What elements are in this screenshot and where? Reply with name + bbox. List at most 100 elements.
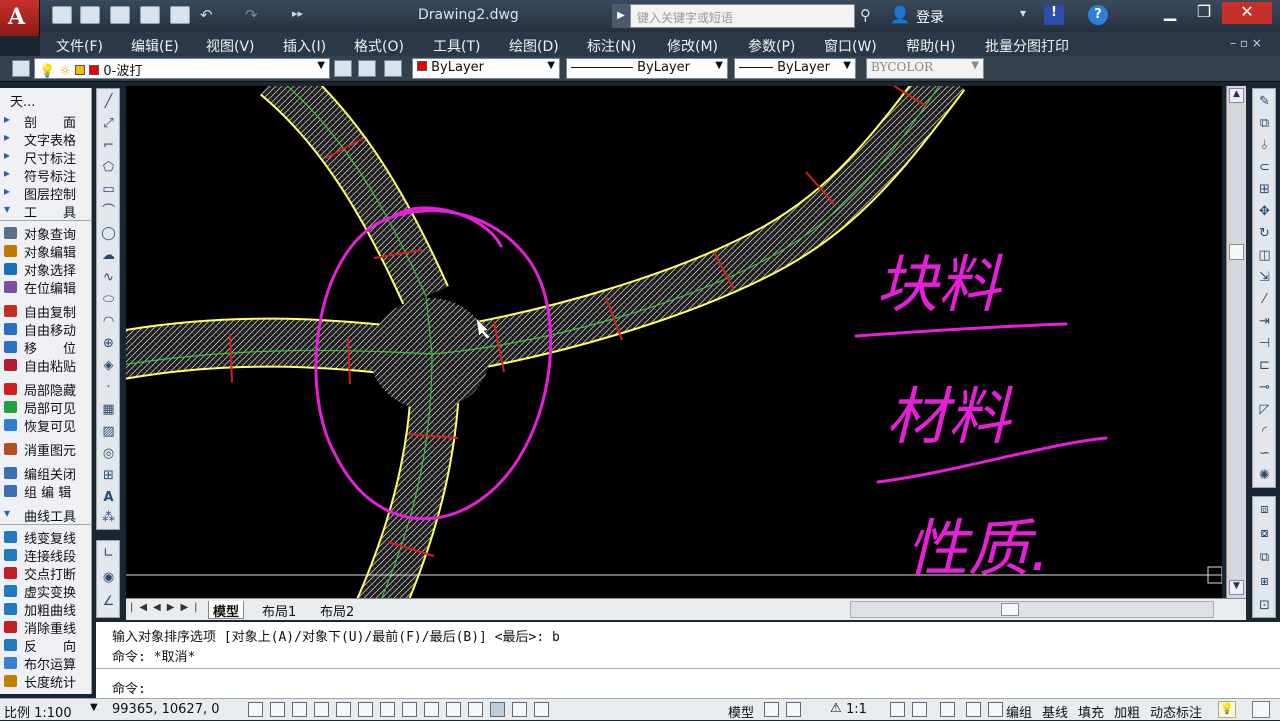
clean-screen-icon[interactable] xyxy=(1252,701,1270,718)
redo-icon[interactable]: ↷ xyxy=(245,6,258,24)
linetype-dropdown[interactable]: ByLayer ▼ xyxy=(566,58,728,79)
circle-icon[interactable]: ◯ xyxy=(100,225,117,242)
tool-item[interactable]: 自由移动 xyxy=(0,320,92,339)
color-dropdown[interactable]: ByLayer ▼ xyxy=(412,58,560,79)
annotation-scale-icon[interactable]: ⚠ xyxy=(830,701,842,716)
auto-scale-icon[interactable] xyxy=(912,702,927,717)
point-icon[interactable]: · xyxy=(100,379,117,396)
scale-selector[interactable]: 比例 1:100 xyxy=(4,702,72,721)
ortho-icon[interactable] xyxy=(314,702,329,717)
menu-parametric[interactable]: 参数(P) xyxy=(748,36,795,56)
3d-osnap-icon[interactable] xyxy=(380,702,395,717)
menu-draw[interactable]: 绘图(D) xyxy=(509,36,559,56)
menu-window[interactable]: 窗口(W) xyxy=(824,36,877,56)
send-under-icon[interactable]: ⧆ xyxy=(1256,573,1273,590)
user-icon[interactable]: 👤 xyxy=(890,5,910,24)
transparency-icon[interactable] xyxy=(490,702,505,717)
panel-header[interactable]: 天... xyxy=(10,91,102,110)
tab-model[interactable]: 模型 xyxy=(208,601,245,620)
new-file-icon[interactable] xyxy=(52,6,72,24)
annotation-scale[interactable]: 1:1 xyxy=(846,702,867,717)
close-button[interactable]: ✕ xyxy=(1222,2,1272,24)
tool-item[interactable]: ▾ 曲线工具 xyxy=(0,506,92,525)
tool-item[interactable]: 连接线段 xyxy=(0,546,92,565)
undo-icon[interactable]: ↶ xyxy=(200,6,213,24)
chamfer-icon[interactable]: ◸ xyxy=(1256,401,1273,418)
binoculars-icon[interactable]: ⚲ xyxy=(860,6,871,24)
chevron-down-icon[interactable]: ▼ xyxy=(90,702,98,713)
tool-item[interactable]: 交点打断 xyxy=(0,564,92,583)
text-front-icon[interactable]: ⊡ xyxy=(1256,597,1273,614)
ellipse-icon[interactable]: ⬭ xyxy=(100,291,117,308)
menu-help[interactable]: 帮助(H) xyxy=(906,36,955,56)
menu-insert[interactable]: 插入(I) xyxy=(283,36,326,56)
tool-item[interactable]: 对象选择 xyxy=(0,260,92,279)
tool-item[interactable]: 虚实变换 xyxy=(0,582,92,601)
revcloud-icon[interactable]: ☁ xyxy=(100,247,117,264)
bring-to-front-icon[interactable]: ⧈ xyxy=(1256,501,1273,518)
tool-item[interactable]: 对象编辑 xyxy=(0,242,92,261)
rotate-icon[interactable]: ↻ xyxy=(1256,225,1273,242)
infer-icon[interactable] xyxy=(248,702,263,717)
join-icon[interactable]: ⊸ xyxy=(1256,379,1273,396)
bulb-icon[interactable]: 💡 xyxy=(1218,701,1236,718)
tab-layout2[interactable]: 布局2 xyxy=(316,601,358,620)
tool-item[interactable]: 局部隐藏 xyxy=(0,380,92,399)
send-to-back-icon[interactable]: ⧇ xyxy=(1256,525,1273,542)
tool-item[interactable]: 局部可见 xyxy=(0,398,92,417)
tool-item[interactable]: ▸ 图层控制 xyxy=(0,184,92,203)
rectangle-icon[interactable]: ▭ xyxy=(100,181,117,198)
help-icon[interactable]: ? xyxy=(1088,5,1108,25)
tool-item[interactable]: 恢复可见 xyxy=(0,416,92,435)
toggle-bold[interactable]: 加粗 xyxy=(1114,702,1140,721)
menu-batch-print[interactable]: 批量分图打印 xyxy=(985,36,1069,56)
array-icon[interactable]: ⊞ xyxy=(1256,181,1273,198)
grid-icon[interactable] xyxy=(292,702,307,717)
dim-angle-icon[interactable]: ∠ xyxy=(100,593,117,610)
tool-item[interactable]: 在位编辑 xyxy=(0,278,92,297)
copy-object-icon[interactable]: ⧉ xyxy=(1256,115,1273,132)
toggle-baseline[interactable]: 基线 xyxy=(1042,702,1068,721)
line-icon[interactable]: ╱ xyxy=(100,93,117,110)
region-icon[interactable]: ◎ xyxy=(100,445,117,462)
add-selected-icon[interactable]: ⁂ xyxy=(100,509,117,526)
lineweight-dropdown[interactable]: ByLayer ▼ xyxy=(734,58,856,79)
insert-block-icon[interactable]: ⊕ xyxy=(100,335,117,352)
tool-item[interactable]: ▸ 尺寸标注 xyxy=(0,148,92,167)
menu-tools[interactable]: 工具(T) xyxy=(433,36,480,56)
tool-item[interactable]: ▸ 剖 面 xyxy=(0,112,92,131)
tool-item[interactable]: ▾ 工 具 xyxy=(0,202,92,221)
scroll-down-icon[interactable]: ▼ xyxy=(1229,580,1244,595)
login-link[interactable]: 登录 xyxy=(916,7,944,27)
break-icon[interactable]: ⊏ xyxy=(1256,357,1273,374)
spline-icon[interactable]: ∿ xyxy=(100,269,117,286)
dim-radius-icon[interactable]: ◉ xyxy=(100,569,117,586)
workspace-gear-icon[interactable] xyxy=(940,702,955,717)
gradient-icon[interactable]: ▨ xyxy=(100,423,117,440)
make-current-icon[interactable] xyxy=(334,60,352,77)
toggle-dynamic-dim[interactable]: 动态标注 xyxy=(1150,702,1202,721)
tool-item[interactable]: 编组关闭 xyxy=(0,464,92,483)
make-block-icon[interactable]: ◈ xyxy=(100,357,117,374)
blend-icon[interactable]: ∽ xyxy=(1256,445,1273,462)
lineweight-icon[interactable] xyxy=(468,702,483,717)
menu-format[interactable]: 格式(O) xyxy=(354,36,404,56)
layer-previous-icon[interactable] xyxy=(358,60,376,77)
stretch-icon[interactable]: ⇲ xyxy=(1256,269,1273,286)
save-as-icon[interactable] xyxy=(140,6,160,24)
toggle-group[interactable]: 编组 xyxy=(1006,702,1032,721)
polyline-icon[interactable]: ⌐ xyxy=(100,137,117,154)
table-icon[interactable]: ⊞ xyxy=(100,467,117,484)
erase-icon[interactable]: ✎ xyxy=(1256,93,1273,110)
menu-edit[interactable]: 编辑(E) xyxy=(131,36,179,56)
tool-item[interactable]: 组 编 辑 xyxy=(0,482,92,501)
horizontal-scrollbar[interactable] xyxy=(850,601,1214,618)
layer-manager-icon[interactable] xyxy=(12,60,30,77)
layer-dropdown[interactable]: 💡 ☼ 0-波打 ▼ xyxy=(34,58,330,79)
tool-item[interactable]: 消重图元 xyxy=(0,440,92,459)
ellipse-arc-icon[interactable]: ◠ xyxy=(100,313,117,330)
mirror-icon[interactable]: ⫰ xyxy=(1256,137,1273,154)
command-prompt[interactable]: 命令: xyxy=(112,678,146,697)
trim-icon[interactable]: ⁄ xyxy=(1256,291,1273,308)
plotstyle-dropdown[interactable]: BYCOLOR ▼ xyxy=(866,58,984,79)
